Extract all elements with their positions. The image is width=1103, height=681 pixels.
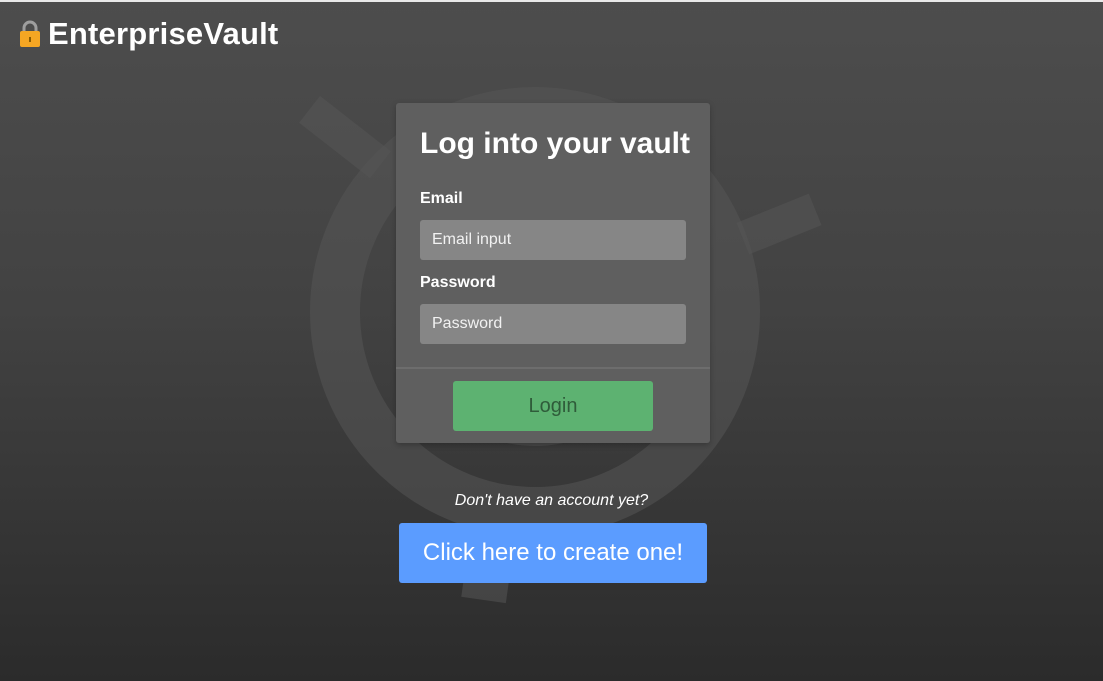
page-title: Log into your vault [420,127,690,160]
password-field[interactable] [420,304,686,344]
email-label: Email [420,190,463,207]
email-field[interactable] [420,220,686,260]
create-account-button[interactable]: Click here to create one! [399,523,707,583]
brand-title: EnterpriseVault [48,16,279,51]
password-label: Password [420,274,496,291]
login-button[interactable]: Login [453,381,653,431]
card-divider [396,367,710,369]
login-card: Log into your vault Email Password Login [396,103,710,443]
app-header: EnterpriseVault [18,16,278,52]
lock-icon [20,20,40,47]
signup-prompt: Don't have an account yet? [454,492,649,509]
